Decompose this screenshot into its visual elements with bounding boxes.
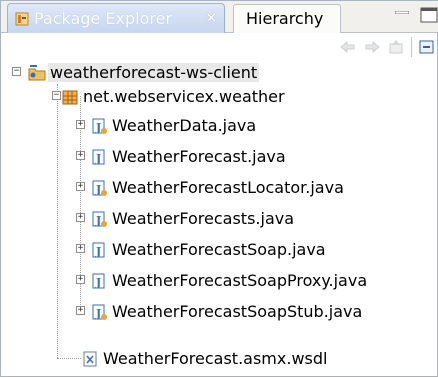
svg-text:J: J: [95, 276, 101, 289]
svg-text:J: J: [95, 245, 101, 258]
forward-icon[interactable]: [363, 39, 381, 55]
expand-toggle[interactable]: +: [76, 120, 85, 129]
up-icon[interactable]: [387, 39, 405, 55]
tab-label: Hierarchy: [246, 9, 324, 28]
svg-text:J: J: [95, 214, 101, 227]
svg-text:J: J: [95, 152, 101, 165]
package-explorer-view: Package Explorer ✕ Hierarchy − weatherfo…: [0, 0, 438, 377]
tree-guide: [57, 358, 81, 359]
java-class-file-icon: J: [92, 118, 107, 134]
svg-text:J: J: [95, 121, 101, 134]
tree-item-label: WeatherForecastLocator.java: [112, 178, 344, 197]
close-icon[interactable]: ✕: [205, 9, 218, 27]
expand-toggle[interactable]: +: [76, 275, 85, 284]
package-tree: − weatherforecast-ws-client − net.webser…: [1, 61, 438, 378]
minimize-icon[interactable]: [395, 11, 409, 14]
expand-toggle[interactable]: +: [76, 244, 85, 253]
collapse-toggle[interactable]: −: [52, 91, 61, 100]
expand-toggle[interactable]: +: [76, 151, 85, 160]
collapse-all-icon[interactable]: [418, 39, 436, 55]
view-tab-bar: Package Explorer ✕ Hierarchy: [1, 1, 438, 33]
tree-item-label: weatherforecast-ws-client: [48, 63, 260, 82]
tree-item-label: WeatherForecast.asmx.wsdl: [103, 349, 328, 368]
tree-item-label: WeatherForecasts.java: [112, 209, 295, 228]
tree-item-label: WeatherForecastSoap.java: [112, 240, 326, 259]
svg-text:J: J: [95, 183, 101, 196]
view-toolbar: [1, 33, 438, 61]
java-class-file-icon: J: [92, 304, 107, 320]
tab-label: Package Explorer: [34, 9, 173, 28]
java-interface-file-icon: J: [92, 242, 105, 258]
back-icon[interactable]: [339, 39, 357, 55]
svg-text:J: J: [95, 307, 101, 320]
collapse-toggle[interactable]: −: [12, 67, 21, 76]
tree-item-label: WeatherData.java: [112, 116, 257, 135]
expand-toggle[interactable]: +: [76, 182, 85, 191]
toolbar-separator: [411, 37, 412, 57]
tree-item-label: net.webservicex.weather: [83, 87, 285, 106]
package-explorer-icon: [15, 12, 29, 26]
java-project-icon: [28, 65, 46, 81]
tree-item-label: WeatherForecast.java: [112, 147, 286, 166]
java-interface-file-icon: J: [92, 273, 105, 289]
package-icon: [62, 90, 78, 105]
java-interface-file-icon: J: [92, 149, 105, 165]
xml-file-icon: [83, 351, 97, 367]
tree-item-label: WeatherForecastSoapProxy.java: [112, 271, 368, 290]
tab-hierarchy[interactable]: Hierarchy: [233, 4, 341, 33]
tab-package-explorer[interactable]: Package Explorer ✕: [7, 3, 225, 33]
maximize-icon[interactable]: [419, 7, 438, 23]
tree-item-label: WeatherForecastSoapStub.java: [112, 302, 363, 321]
tree-guide: [57, 84, 58, 358]
java-class-file-icon: J: [92, 180, 107, 196]
expand-toggle[interactable]: +: [76, 306, 85, 315]
expand-toggle[interactable]: +: [76, 213, 85, 222]
java-class-file-icon: J: [92, 211, 107, 227]
